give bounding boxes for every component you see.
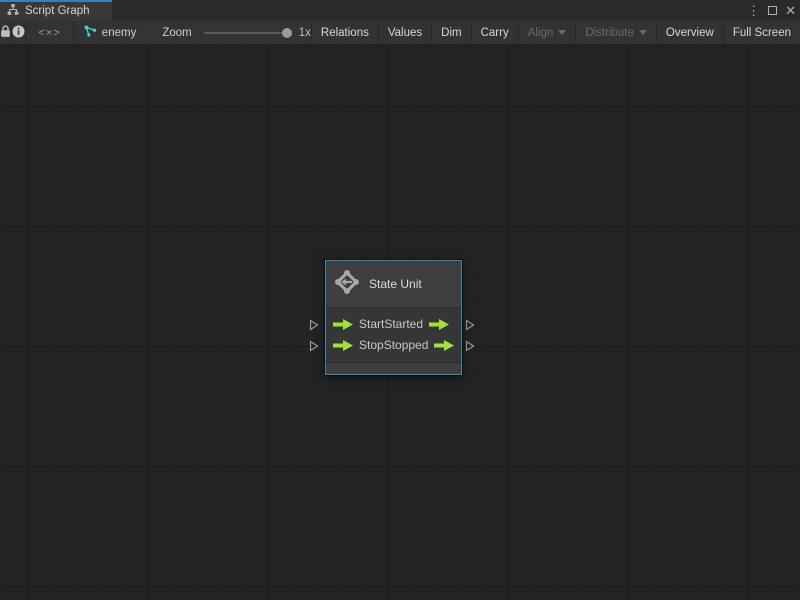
- zoom-value: 1x: [298, 26, 311, 39]
- port-row: Stop Stopped: [326, 335, 461, 355]
- toolbar-button-group: Relations Values Dim Carry Align Distrib…: [310, 20, 800, 45]
- lock-button[interactable]: [0, 21, 11, 45]
- connect-port-triangle[interactable]: [309, 339, 319, 352]
- flow-arrow-icon: [333, 318, 353, 330]
- script-graph-window: Script Graph ⋮ ✕ <×> enemy Zoom 1x Relat…: [0, 0, 800, 600]
- connect-port-triangle[interactable]: [309, 318, 319, 331]
- overview-button[interactable]: Overview: [657, 21, 723, 45]
- graph-tree-icon: [7, 2, 19, 20]
- connect-port-triangle[interactable]: [465, 339, 475, 352]
- connect-port-triangle[interactable]: [465, 318, 475, 331]
- node-title: State Unit: [369, 277, 422, 291]
- values-button[interactable]: Values: [379, 21, 431, 45]
- info-icon: [12, 25, 25, 41]
- toolbar-separator: [72, 20, 74, 45]
- state-unit-icon: [334, 269, 360, 300]
- chevron-down-icon: [558, 30, 567, 35]
- zoom-control: Zoom 1x: [162, 27, 311, 39]
- distribute-dropdown: Distribute: [576, 21, 656, 45]
- graph-reference-breadcrumb[interactable]: enemy: [84, 25, 137, 40]
- maximize-button[interactable]: [768, 6, 778, 15]
- carry-button[interactable]: Carry: [472, 21, 518, 45]
- close-button[interactable]: ✕: [785, 4, 796, 17]
- dim-button[interactable]: Dim: [432, 21, 470, 45]
- graph-name: enemy: [101, 26, 137, 39]
- output-port-started[interactable]: Started: [384, 317, 450, 331]
- port-row: Start Started: [326, 314, 461, 334]
- state-unit-node[interactable]: State Unit Start Started Stop Stopped: [325, 260, 462, 375]
- active-tab-accent: [0, 0, 112, 2]
- node-header[interactable]: State Unit: [326, 261, 461, 308]
- port-label: Stopped: [383, 338, 429, 352]
- node-footer: [326, 362, 461, 374]
- graph-icon: [84, 25, 97, 40]
- input-port-stop[interactable]: Stop: [333, 338, 384, 352]
- zoom-slider-handle[interactable]: [281, 27, 292, 38]
- tab-bar: Script Graph ⋮ ✕: [0, 0, 800, 21]
- tab-label: Script Graph: [25, 4, 90, 17]
- input-port-start[interactable]: Start: [333, 317, 384, 331]
- graph-toolbar: <×> enemy Zoom 1x Relations Values Dim C…: [0, 20, 800, 45]
- code-view-button[interactable]: <×>: [26, 21, 73, 45]
- align-dropdown: Align: [519, 21, 576, 45]
- port-label: Start: [359, 317, 385, 331]
- node-ports: Start Started Stop Stopped: [326, 308, 461, 362]
- zoom-slider[interactable]: [203, 27, 292, 38]
- relations-button[interactable]: Relations: [312, 21, 378, 45]
- port-label: Started: [384, 317, 424, 331]
- flow-arrow-icon: [434, 339, 455, 351]
- code-view-icon: <×>: [38, 26, 61, 39]
- zoom-label: Zoom: [162, 26, 192, 39]
- output-port-stopped[interactable]: Stopped: [384, 338, 455, 352]
- graph-canvas[interactable]: State Unit Start Started Stop Stopped: [0, 45, 800, 600]
- window-menu-button[interactable]: ⋮: [747, 4, 760, 17]
- window-controls: ⋮ ✕: [747, 0, 796, 21]
- full-screen-button[interactable]: Full Screen: [724, 21, 800, 45]
- tab-script-graph[interactable]: Script Graph: [0, 0, 112, 21]
- lock-icon: [0, 24, 11, 41]
- info-button[interactable]: [12, 21, 25, 45]
- flow-arrow-icon: [333, 339, 353, 351]
- flow-arrow-icon: [429, 318, 450, 330]
- port-label: Stop: [359, 338, 384, 352]
- chevron-down-icon: [638, 30, 647, 35]
